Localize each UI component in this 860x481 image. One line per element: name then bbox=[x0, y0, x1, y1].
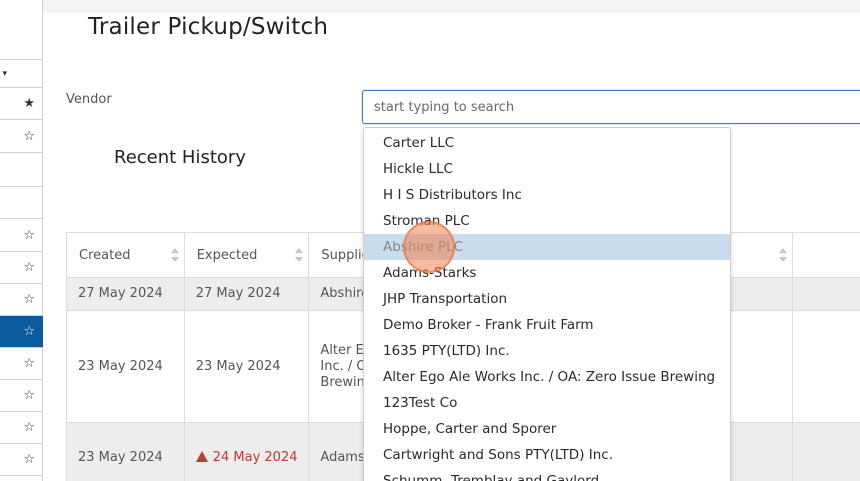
expected-cell: 23 May 2024 bbox=[185, 311, 310, 422]
dropdown-option[interactable]: Carter LLC bbox=[364, 130, 730, 156]
column-header-created[interactable]: Created bbox=[67, 233, 185, 277]
sidebar-item[interactable]: ☆ bbox=[0, 412, 43, 444]
sidebar-item-active[interactable]: ☆ bbox=[0, 316, 43, 348]
vendor-dropdown: Carter LLC Hickle LLC H I S Distributors… bbox=[363, 127, 731, 481]
sort-icon[interactable] bbox=[170, 248, 179, 262]
star-icon[interactable]: ☆ bbox=[23, 452, 35, 467]
dropdown-option[interactable]: Schumm, Tremblay and Gaylord bbox=[364, 468, 730, 481]
dropdown-option[interactable]: Alter Ego Ale Works Inc. / OA: Zero Issu… bbox=[364, 364, 730, 390]
recent-history-title: Recent History bbox=[114, 147, 246, 168]
sidebar-item[interactable]: ☆ bbox=[0, 219, 43, 252]
expected-cell: 27 May 2024 bbox=[185, 278, 310, 310]
created-cell: 27 May 2024 bbox=[67, 278, 185, 310]
dropdown-option[interactable]: Demo Broker - Frank Fruit Farm bbox=[364, 312, 730, 338]
star-icon[interactable]: ☆ bbox=[23, 228, 35, 243]
warning-icon bbox=[195, 451, 208, 462]
sidebar-item[interactable]: ☆ bbox=[0, 348, 43, 380]
dropdown-option[interactable]: 123Test Co bbox=[364, 390, 730, 416]
page-title: Trailer Pickup/Switch bbox=[88, 14, 329, 40]
dropdown-option-hovered[interactable]: Abshire PLC bbox=[364, 234, 730, 260]
sidebar-item[interactable] bbox=[0, 153, 43, 187]
table-cell bbox=[793, 311, 860, 422]
star-icon[interactable]: ☆ bbox=[23, 129, 35, 144]
star-icon[interactable]: ☆ bbox=[23, 388, 35, 403]
sidebar-item[interactable]: ☆ bbox=[0, 444, 43, 476]
star-icon[interactable]: ☆ bbox=[23, 420, 35, 435]
dropdown-option[interactable]: Stroman PLC bbox=[364, 208, 730, 234]
sidebar-item[interactable]: ☆ bbox=[0, 120, 43, 153]
table-cell bbox=[793, 278, 860, 310]
sidebar-item[interactable] bbox=[0, 26, 43, 60]
created-cell: 23 May 2024 bbox=[67, 311, 185, 422]
dropdown-option[interactable]: Adams-Starks bbox=[364, 260, 730, 286]
sidebar-item[interactable]: ☆ bbox=[0, 252, 43, 284]
expected-cell: 24 May 2024 bbox=[185, 423, 310, 481]
sidebar-item[interactable]: ☆ bbox=[0, 380, 43, 412]
sort-icon[interactable] bbox=[779, 248, 788, 262]
sidebar-item[interactable] bbox=[0, 187, 43, 219]
vendor-label: Vendor bbox=[66, 92, 112, 107]
column-header[interactable] bbox=[793, 233, 860, 277]
dropdown-option[interactable]: 1635 PTY(LTD) Inc. bbox=[364, 338, 730, 364]
vendor-search-input[interactable] bbox=[362, 90, 860, 124]
star-icon[interactable]: ☆ bbox=[23, 356, 35, 371]
dropdown-option[interactable]: Cartwright and Sons PTY(LTD) Inc. bbox=[364, 442, 730, 468]
sidebar-item-dropdown[interactable]: ▾ bbox=[0, 60, 43, 88]
dropdown-option[interactable]: Hickle LLC bbox=[364, 156, 730, 182]
star-icon[interactable]: ☆ bbox=[23, 260, 35, 275]
created-cell: 23 May 2024 bbox=[67, 423, 185, 481]
column-header-expected[interactable]: Expected bbox=[185, 233, 310, 277]
dropdown-option[interactable]: H I S Distributors Inc bbox=[364, 182, 730, 208]
sort-icon[interactable] bbox=[295, 248, 304, 262]
star-icon[interactable]: ☆ bbox=[23, 324, 35, 339]
sidebar-item[interactable]: ☆ bbox=[0, 284, 43, 316]
table-cell bbox=[793, 423, 860, 481]
star-filled-icon[interactable]: ★ bbox=[23, 96, 35, 111]
dropdown-option[interactable]: Hoppe, Carter and Sporer bbox=[364, 416, 730, 442]
sidebar: ▾ ★ ☆ ☆ ☆ ☆ ☆ ☆ ☆ ☆ ☆ bbox=[0, 0, 43, 481]
star-icon[interactable]: ☆ bbox=[23, 292, 35, 307]
caret-down-icon: ▾ bbox=[2, 68, 7, 79]
dropdown-option[interactable]: JHP Transportation bbox=[364, 286, 730, 312]
sidebar-item-favorite[interactable]: ★ bbox=[0, 88, 43, 120]
top-bar bbox=[43, 0, 860, 13]
